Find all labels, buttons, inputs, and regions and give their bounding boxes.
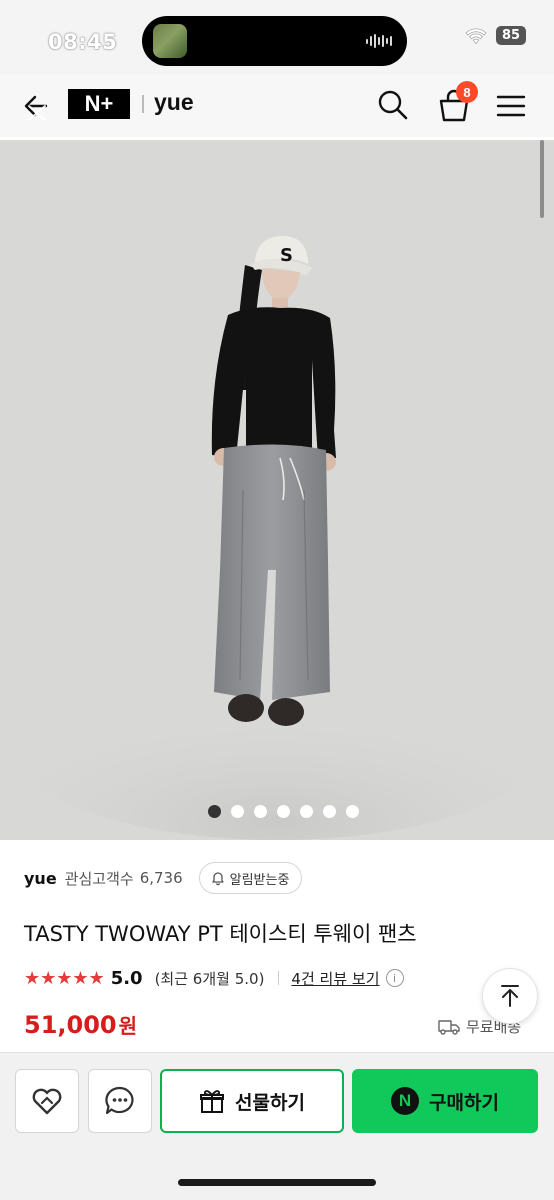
divider (278, 971, 280, 985)
status-bar: 08:45 85 (0, 0, 554, 75)
hamburger-menu-icon (496, 95, 526, 117)
rating-row: ★★★★★ 5.0 (최근 6개월 5.0) 4건 리뷰 보기 i (24, 964, 404, 992)
arrow-up-icon (501, 985, 519, 1007)
page-scrollbar[interactable] (540, 140, 544, 218)
buy-button[interactable]: N 구매하기 (352, 1069, 538, 1133)
pagination-dot[interactable] (230, 805, 244, 818)
product-page: 08:45 85 N+ yue 8 S yue 관심고객수 6,736 알림받는… (0, 0, 554, 1200)
gift-label: 선물하기 (235, 1091, 305, 1114)
wifi-icon (465, 27, 487, 44)
svg-text:S: S (280, 245, 293, 266)
now-playing-artwork (153, 24, 187, 58)
divider (142, 95, 144, 113)
cart-count-badge: 8 (456, 81, 478, 103)
pagination-dot[interactable] (345, 805, 359, 818)
status-indicators: 85 (464, 26, 526, 45)
pagination-dot[interactable] (322, 805, 336, 818)
naver-plus-store-logo[interactable]: N+ (68, 89, 130, 119)
chat-inquiry-button[interactable] (88, 1069, 152, 1133)
rating-score: 5.0 (110, 967, 143, 989)
shop-name[interactable]: yue (24, 869, 57, 888)
price-unit: 원 (118, 1014, 138, 1038)
chat-bubble-icon (105, 1086, 134, 1115)
battery-indicator: 85 (496, 26, 526, 45)
scroll-to-top-button[interactable] (482, 968, 538, 1024)
recent-rating: (최근 6개월 5.0) (154, 969, 265, 988)
naver-pay-n-icon: N (391, 1087, 420, 1115)
audio-wave-icon (366, 34, 392, 48)
cart-button[interactable]: 8 (434, 81, 478, 125)
delivery-truck-icon (438, 1019, 460, 1035)
pagination-dot[interactable] (253, 805, 267, 818)
gift-icon (200, 1090, 225, 1113)
pagination-dot[interactable] (299, 805, 313, 818)
price: 51,000 (24, 1011, 117, 1039)
status-time: 08:45 (48, 30, 118, 54)
product-image-gallery[interactable]: S (0, 140, 554, 840)
store-name[interactable]: yue (154, 89, 194, 116)
bottom-action-bar: 선물하기 N 구매하기 (0, 1052, 554, 1200)
pagination-dot[interactable] (207, 805, 221, 818)
rating-stars: ★★★★★ (24, 967, 105, 989)
bell-icon (211, 872, 224, 886)
buy-label: 구매하기 (429, 1091, 499, 1114)
top-navigation: N+ yue 8 (0, 75, 554, 137)
wishlist-button[interactable] (15, 1069, 79, 1133)
menu-button[interactable] (494, 89, 528, 123)
gift-button[interactable]: 선물하기 (160, 1069, 344, 1133)
notification-subscribe-button[interactable]: 알림받는중 (198, 862, 303, 894)
view-reviews-link[interactable]: 4건 리뷰 보기 (291, 968, 379, 989)
heart-icon (32, 1088, 62, 1115)
back-button[interactable] (18, 87, 56, 125)
notify-label: 알림받는중 (229, 872, 290, 888)
gallery-pagination (0, 805, 554, 818)
fans-label: 관심고객수 (64, 869, 134, 888)
home-indicator[interactable] (178, 1179, 376, 1186)
search-icon (378, 90, 408, 120)
back-arrow-icon (24, 95, 48, 121)
pagination-dot[interactable] (276, 805, 290, 818)
product-title: TASTY TWOWAY PT 테이스티 투웨이 팬츠 (24, 922, 417, 946)
search-button[interactable] (375, 87, 411, 123)
shop-info-row: yue 관심고객수 6,736 알림받는중 (24, 862, 303, 894)
product-photo: S (0, 140, 554, 840)
info-icon[interactable]: i (385, 969, 404, 987)
dynamic-island (142, 16, 407, 66)
fans-count: 6,736 (139, 869, 183, 887)
price-row: 51,000 원 (24, 1010, 137, 1039)
